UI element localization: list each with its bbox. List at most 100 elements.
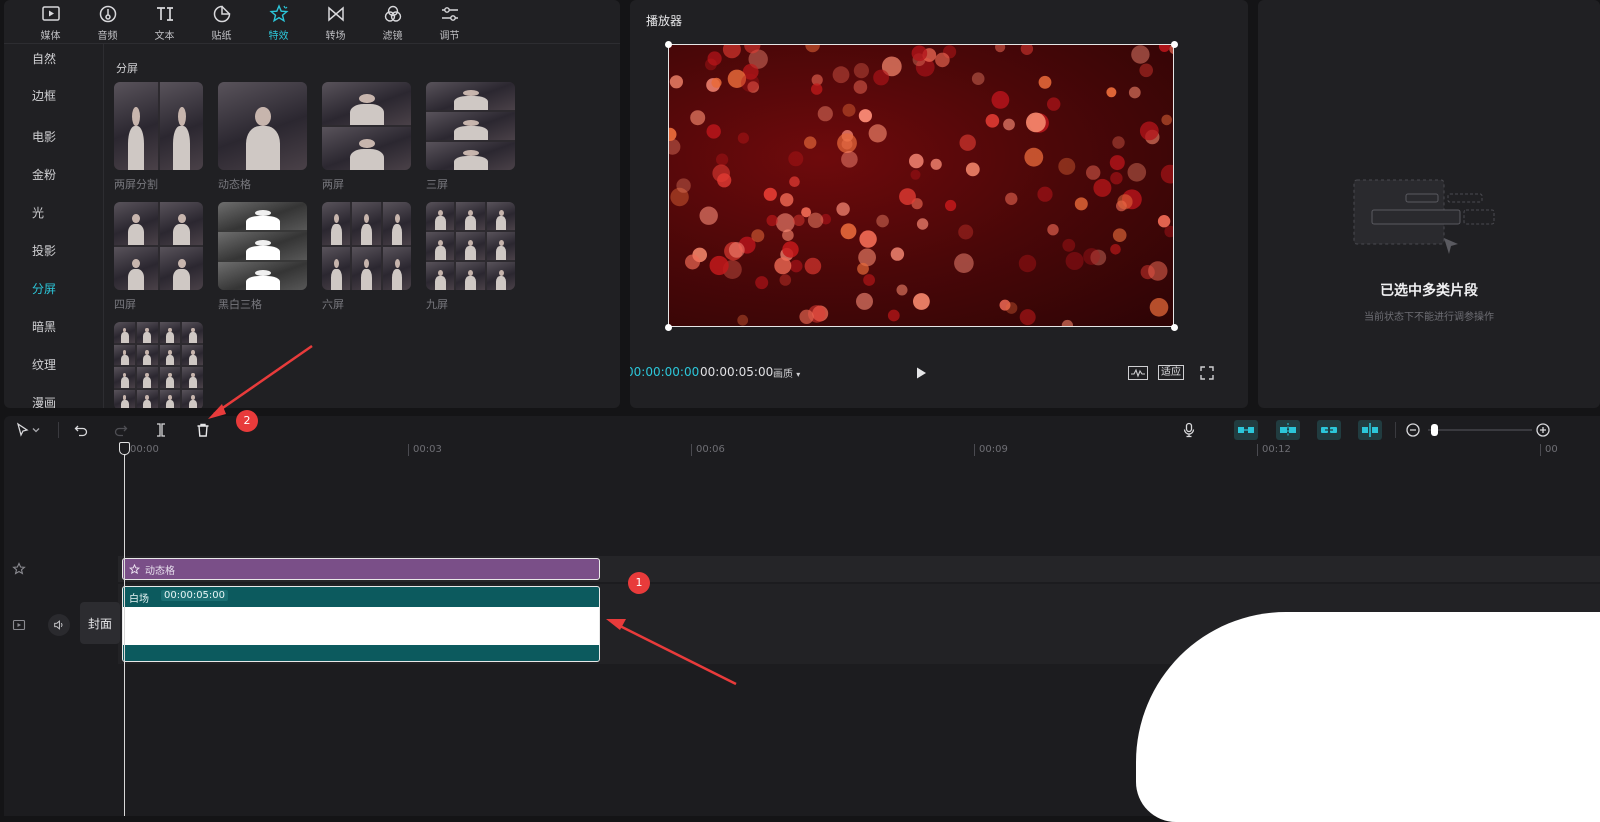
quality-dropdown[interactable]: 画质 ▾ [773, 365, 800, 380]
effect-card-two-split[interactable]: 两屏分割 [114, 82, 203, 192]
redo-icon [114, 425, 128, 437]
snap-main-track-button[interactable] [1234, 420, 1258, 440]
resize-handle-top-left[interactable] [665, 41, 672, 48]
effect-card-four-screen[interactable]: 四屏 [114, 202, 203, 312]
materials-panel: 媒体 音频 文本 贴纸 特效 转场 滤镜 调节 自然 边框 电影 金粉 光 投影… [4, 0, 620, 408]
bokeh-dot [1139, 63, 1153, 78]
tool-text[interactable]: 文本 [136, 0, 193, 44]
bokeh-dot [1139, 121, 1159, 141]
bokeh-dot [945, 199, 957, 212]
bokeh-dot [909, 153, 924, 169]
category-light[interactable]: 光 [4, 194, 103, 232]
undo-button[interactable] [70, 420, 92, 440]
delete-button[interactable] [192, 420, 214, 440]
category-film[interactable]: 电影 [4, 118, 103, 156]
bokeh-dot [959, 134, 976, 151]
tool-transition[interactable]: 转场 [307, 0, 364, 44]
quality-label: 画质 [773, 369, 793, 380]
tool-sticker[interactable]: 贴纸 [193, 0, 250, 44]
bokeh-dot [1003, 118, 1015, 131]
effects-icon [12, 562, 26, 575]
bokeh-dot [1005, 192, 1018, 205]
effect-card-nine-screen[interactable]: 九屏 [426, 202, 515, 312]
bokeh-dot [836, 202, 850, 216]
bokeh-dot [676, 178, 691, 193]
section-title: 分屏 [116, 62, 138, 75]
auto-snap-button[interactable] [1276, 420, 1300, 440]
zoom-slider[interactable] [1428, 424, 1532, 436]
chain-link-icon [1321, 427, 1337, 433]
effect-card-dynamic-grid[interactable]: 动态格 [218, 82, 307, 192]
attribute-title: 已选中多类片段 [1380, 283, 1478, 299]
bokeh-dot [1061, 319, 1073, 326]
bokeh-dot [841, 151, 858, 168]
play-icon[interactable] [914, 366, 928, 380]
bokeh-dot [863, 274, 875, 286]
video-clip-white[interactable]: 白场 00:00:05:00 [122, 586, 600, 662]
playhead-handle[interactable] [119, 442, 130, 455]
linkage-button[interactable] [1317, 420, 1341, 440]
effect-card-six-screen[interactable]: 六屏 [322, 202, 411, 312]
trash-icon [197, 423, 209, 437]
category-gold-powder[interactable]: 金粉 [4, 156, 103, 194]
playhead[interactable] [124, 444, 125, 816]
bokeh-dot [817, 106, 833, 122]
waveform-icon[interactable] [1128, 366, 1148, 380]
tool-effects[interactable]: 特效 [250, 0, 307, 44]
fit-button[interactable]: 适应 [1158, 365, 1184, 380]
category-dark[interactable]: 暗黑 [4, 308, 103, 346]
effect-card-multi-screen[interactable] [114, 322, 203, 408]
resize-handle-top-right[interactable] [1171, 41, 1178, 48]
preview-axis-button[interactable] [1358, 420, 1382, 440]
redo-button[interactable] [110, 420, 132, 440]
bokeh-dot [711, 77, 722, 88]
tool-filter[interactable]: 滤镜 [364, 0, 421, 44]
redacted-area [1136, 612, 1600, 822]
bokeh-dot [1074, 197, 1088, 211]
bokeh-dot [804, 257, 822, 275]
mute-track-button[interactable] [48, 614, 70, 636]
bokeh-dot [958, 224, 974, 240]
category-shadow[interactable]: 投影 [4, 232, 103, 270]
select-tool-button[interactable] [10, 420, 46, 440]
bokeh-dot [935, 52, 950, 68]
resize-handle-bottom-left[interactable] [665, 324, 672, 331]
split-button[interactable] [150, 420, 172, 440]
bokeh-dot [766, 214, 778, 227]
tool-media[interactable]: 媒体 [22, 0, 79, 44]
bokeh-dot [899, 188, 916, 206]
category-border[interactable]: 边框 [4, 74, 103, 118]
resize-handle-bottom-right[interactable] [1171, 324, 1178, 331]
zoom-out-button[interactable] [1402, 420, 1424, 440]
zoom-out-icon [1406, 423, 1420, 437]
category-comic[interactable]: 漫画 [4, 384, 103, 408]
zoom-in-button[interactable] [1532, 420, 1554, 440]
clip-footer [123, 645, 599, 661]
bokeh-dot [832, 66, 850, 84]
bokeh-dot [1131, 45, 1150, 64]
sticker-icon [213, 5, 230, 23]
video-preview[interactable] [668, 44, 1174, 327]
effect-card-bw-three-grid[interactable]: 黑白三格 [218, 202, 307, 312]
bokeh-dot [807, 212, 824, 228]
fullscreen-icon[interactable] [1200, 366, 1214, 380]
player-title: 播放器 [646, 14, 683, 28]
zoom-slider-handle[interactable] [1431, 424, 1438, 436]
time-ruler[interactable]: 00:00 00:03 00:06 00:09 00:12 00 [4, 444, 1600, 458]
effect-clip-dynamic-grid[interactable]: 动态格 [122, 558, 600, 580]
effect-card-three-screen[interactable]: 三屏 [426, 82, 515, 192]
undo-icon [74, 425, 88, 437]
category-nature[interactable]: 自然 [4, 44, 103, 74]
tool-audio[interactable]: 音频 [79, 0, 136, 44]
bokeh-dot [1020, 45, 1034, 55]
record-audio-button[interactable] [1178, 420, 1200, 440]
category-texture[interactable]: 纹理 [4, 346, 103, 384]
effect-thumbnail [218, 82, 307, 170]
effect-card-two-screen[interactable]: 两屏 [322, 82, 411, 192]
video-clip-duration: 00:00:05:00 [161, 590, 229, 601]
ruler-label: 00 [1540, 444, 1558, 456]
tool-adjust[interactable]: 调节 [421, 0, 478, 44]
category-split-screen[interactable]: 分屏 [4, 270, 103, 308]
cover-button[interactable]: 封面 [80, 602, 120, 644]
total-time: 00:00:05:00 [700, 365, 774, 379]
